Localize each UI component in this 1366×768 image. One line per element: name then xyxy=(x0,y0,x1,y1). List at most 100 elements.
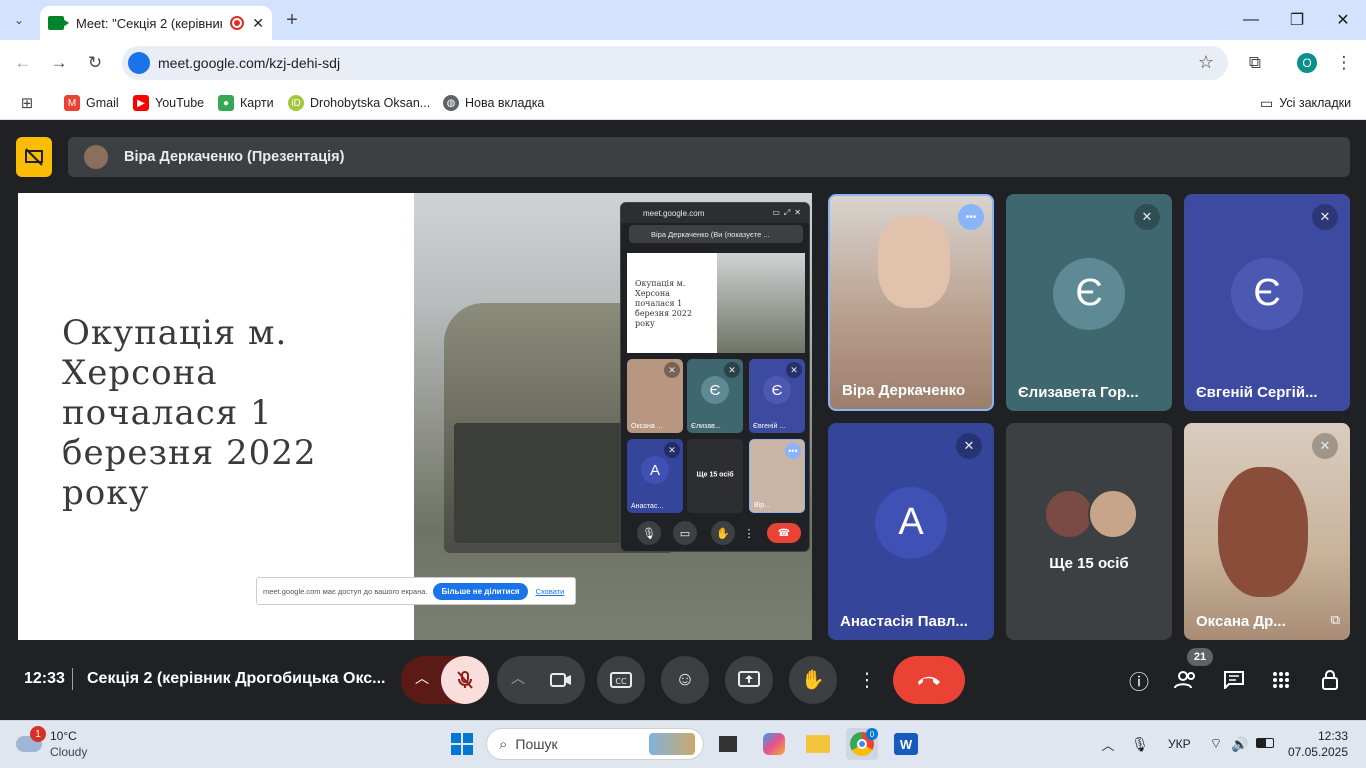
weather-desc: Cloudy xyxy=(50,745,88,759)
pip-slide-photo xyxy=(717,253,805,353)
tile-anastasiia[interactable]: ✕ А Анастасія Павл... xyxy=(828,423,994,640)
bookmark-maps[interactable]: ● Карти xyxy=(218,92,274,114)
tile-yevhenii[interactable]: ✕ Є Євгеній Сергій... xyxy=(1184,194,1350,411)
pip-mute-icon: ✕ xyxy=(724,362,740,378)
pip-tile-yelyzaveta[interactable]: ✕ Є Єлизав... xyxy=(687,359,743,433)
tray-mic-icon[interactable]: 🎙 xyxy=(1130,734,1150,754)
participant-avatar: Є xyxy=(1231,257,1303,330)
back-icon[interactable]: ← xyxy=(10,50,36,76)
present-screen-button[interactable] xyxy=(725,656,773,704)
file-explorer-icon[interactable] xyxy=(802,728,834,760)
pip-tile-vira[interactable]: ••• Вір... xyxy=(749,439,805,513)
all-bookmarks[interactable]: ▭ Усі закладки xyxy=(1260,92,1351,114)
activities-button[interactable] xyxy=(1262,662,1300,698)
pip-end-call-icon[interactable]: ☎ xyxy=(767,523,801,543)
weather-widget[interactable]: 1 xyxy=(16,726,46,756)
tile-oksana[interactable]: ✕ Оксана Др... ⧉ xyxy=(1184,423,1350,640)
bookmark-gmail[interactable]: M Gmail xyxy=(64,92,119,114)
meeting-info-button[interactable]: ⓘ xyxy=(1120,662,1158,698)
muted-mic-icon: ✕ xyxy=(1134,204,1160,230)
minimize-icon[interactable]: — xyxy=(1228,0,1274,40)
word-icon[interactable]: W xyxy=(890,728,922,760)
pip-avatar: Є xyxy=(763,376,791,405)
clock-time[interactable]: 12:33 xyxy=(1290,729,1348,743)
mic-muted-button[interactable] xyxy=(441,656,489,704)
menu-kebab-icon[interactable]: ⋮ xyxy=(1334,50,1354,76)
pip-camera-icon[interactable]: ▭ xyxy=(673,521,697,545)
wifi-icon[interactable]: ⌔ xyxy=(1206,734,1226,754)
tile-more-options-icon[interactable]: ••• xyxy=(958,204,984,230)
bookmark-youtube[interactable]: ▶ YouTube xyxy=(133,92,204,114)
close-window-icon[interactable]: ✕ xyxy=(1320,0,1366,40)
participant-name: Анастасія Павл... xyxy=(840,613,968,630)
tray-chevron-icon[interactable]: ︿ xyxy=(1098,734,1118,754)
reload-icon[interactable]: ↻ xyxy=(82,50,108,76)
pip-window[interactable]: meet.google.com ▭⤢✕ Віра Деркаченко (Ви … xyxy=(620,202,810,552)
tab-search-chevron-icon[interactable]: ⌄ xyxy=(6,8,32,32)
host-controls-lock-icon[interactable] xyxy=(1311,662,1349,698)
people-count-badge: 21 xyxy=(1187,648,1213,666)
language-indicator[interactable]: УКР xyxy=(1168,737,1191,751)
site-info-icon[interactable] xyxy=(128,52,150,74)
camera-options-chevron-icon[interactable]: ︿ xyxy=(511,668,525,688)
apps-grid-icon[interactable]: ⊞ xyxy=(16,92,38,114)
hide-link[interactable]: Сховати xyxy=(536,587,565,596)
tab-close-icon[interactable]: ✕ xyxy=(252,15,264,32)
pip-tile-yevhenii[interactable]: ✕ Є Євгеній ... xyxy=(749,359,805,433)
more-options-button[interactable]: ⋮ xyxy=(851,656,883,704)
chrome-icon[interactable]: 0 xyxy=(846,728,878,760)
participant-avatar: А xyxy=(875,486,947,559)
bookmark-new-tab[interactable]: ◍ Нова вкладка xyxy=(443,92,544,114)
pip-more-icon[interactable]: ⋮ xyxy=(743,521,755,545)
participant-name: Євгеній Сергій... xyxy=(1196,384,1318,401)
pip-tile-oksana[interactable]: ✕ Оксана ... xyxy=(627,359,683,433)
pip-more-options-icon[interactable]: ••• xyxy=(785,443,801,459)
copilot-shape xyxy=(763,733,785,755)
pip-tile-more[interactable]: Ще 15 осіб xyxy=(687,439,743,513)
pip-hand-icon[interactable]: ✋ xyxy=(711,521,735,545)
pip-toggle-icon[interactable]: ⧉ xyxy=(1331,612,1340,628)
presenter-bar: Віра Деркаченко (Презентація) xyxy=(68,137,1350,177)
taskbar-search[interactable]: ⌕ Пошук xyxy=(486,728,704,760)
bookmark-drohobytska[interactable]: iD Drohobytska Oksan... xyxy=(288,92,430,114)
start-button[interactable] xyxy=(446,728,478,760)
tile-vira[interactable]: ••• Віра Деркаченко xyxy=(828,194,994,411)
more-people-label: Ще 15 осіб xyxy=(1049,555,1129,572)
other-avatar-2 xyxy=(1088,489,1138,539)
slide-title: Окупація м. Херсона почалася 1 березня 2… xyxy=(62,313,317,513)
mic-options-chevron-icon[interactable]: ︿ xyxy=(415,668,429,688)
bookmark-star-icon[interactable]: ☆ xyxy=(1198,52,1214,73)
stop-presenting-icon[interactable] xyxy=(16,137,52,177)
new-tab-icon[interactable]: + xyxy=(280,8,304,32)
tile-more-people[interactable]: Ще 15 осіб xyxy=(1006,423,1172,640)
vira-face-image xyxy=(878,216,950,308)
pip-tile-anastasiia[interactable]: ✕ А Анастас... xyxy=(627,439,683,513)
folder-icon: ▭ xyxy=(1260,94,1274,111)
address-bar[interactable]: meet.google.com/kzj-dehi-sdj ☆ xyxy=(122,46,1228,80)
maximize-icon[interactable]: ❐ xyxy=(1274,0,1320,40)
battery-icon[interactable] xyxy=(1256,738,1274,748)
extensions-icon[interactable]: ⧉ xyxy=(1242,50,1268,76)
tab-meet[interactable]: Meet: "Секція 2 (керівник Д ✕ xyxy=(40,6,272,40)
stop-sharing-button[interactable]: Більше не ділитися xyxy=(433,582,528,600)
raise-hand-button[interactable]: ✋ xyxy=(789,656,837,704)
task-view-icon[interactable] xyxy=(712,728,744,760)
divider xyxy=(72,668,73,690)
forward-icon[interactable]: → xyxy=(46,50,72,76)
emoji-button[interactable]: ☺ xyxy=(661,656,709,704)
pip-mic-icon[interactable]: 🎙 xyxy=(637,521,661,545)
mic-group: ︿ xyxy=(401,656,489,704)
clock-date[interactable]: 07.05.2025 xyxy=(1276,745,1348,759)
volume-icon[interactable]: 🔊 xyxy=(1230,734,1250,754)
end-call-button[interactable] xyxy=(893,656,965,704)
people-button[interactable] xyxy=(1167,662,1205,698)
profile-avatar[interactable]: O xyxy=(1297,53,1317,73)
captions-button[interactable]: CC xyxy=(597,656,645,704)
search-placeholder: Пошук xyxy=(515,736,558,752)
copilot-icon[interactable] xyxy=(758,728,790,760)
camera-button[interactable] xyxy=(537,656,585,704)
tile-yelyzaveta[interactable]: ✕ Є Єлизавета Гор... xyxy=(1006,194,1172,411)
pip-window-controls-icon[interactable]: ▭⤢✕ xyxy=(772,208,805,218)
other-avatar-1 xyxy=(1044,489,1094,539)
chat-button[interactable] xyxy=(1215,662,1253,698)
